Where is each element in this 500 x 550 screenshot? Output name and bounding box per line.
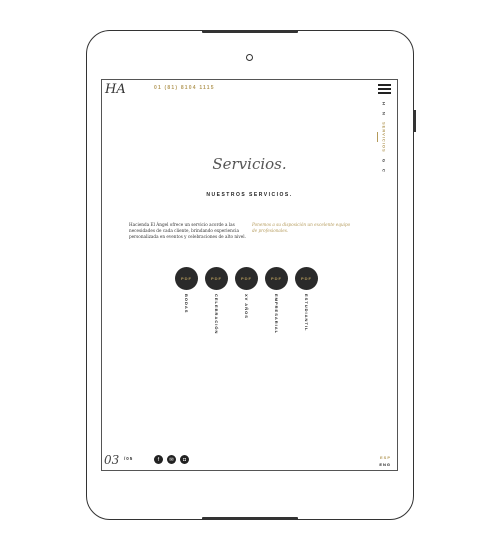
description: Hacienda El Ángel ofrece un servicio aco… <box>129 222 246 239</box>
logo[interactable]: HA <box>105 82 126 97</box>
service-empresarial[interactable]: PDF EMPRESARIAL <box>265 267 288 334</box>
service-celebracion[interactable]: PDF CELEBRACIÓN <box>205 267 228 334</box>
page-title: Servicios. <box>212 155 287 173</box>
service-label: EMPRESARIAL <box>274 294 279 335</box>
page-number: 03 <box>104 453 120 467</box>
service-bodas[interactable]: PDF BODAS <box>175 267 198 334</box>
pdf-button[interactable]: PDF <box>265 267 288 290</box>
screen: HA 01 (81) 8104 1115 H N SERVICIOS G C S… <box>101 79 398 471</box>
pdf-button[interactable]: PDF <box>235 267 258 290</box>
service-label: BODAS <box>184 294 189 314</box>
service-label: ESTUDIANTIL <box>304 294 309 332</box>
nav-item-h[interactable]: H <box>382 102 387 106</box>
arrow-down-icon <box>377 132 378 142</box>
instagram-icon[interactable]: ◘ <box>180 455 189 464</box>
language-switcher: ESP ENG <box>379 454 391 468</box>
tablet-side-button <box>413 110 416 132</box>
nav-item-servicios[interactable]: SERVICIOS <box>382 122 387 153</box>
section-subtitle: NUESTROS SERVICIOS. <box>206 192 293 198</box>
lang-eng[interactable]: ENG <box>379 461 391 468</box>
pdf-button[interactable]: PDF <box>205 267 228 290</box>
nav-item-n[interactable]: N <box>382 112 387 116</box>
service-estudiantil[interactable]: PDF ESTUDIANTIL <box>295 267 318 334</box>
tablet-top-button <box>202 30 298 33</box>
service-label: XV AÑOS <box>244 294 249 319</box>
page-total: /05 <box>124 456 134 461</box>
tagline: Ponemos a su disposición un excelente eq… <box>252 222 351 233</box>
pdf-button[interactable]: PDF <box>295 267 318 290</box>
hamburger-menu-icon[interactable] <box>378 84 391 96</box>
service-label: CELEBRACIÓN <box>214 294 219 335</box>
pdf-button[interactable]: PDF <box>175 267 198 290</box>
lang-esp[interactable]: ESP <box>379 454 391 461</box>
camera-icon <box>246 54 253 61</box>
social-links: f ✉ ◘ <box>154 455 189 464</box>
email-icon[interactable]: ✉ <box>167 455 176 464</box>
service-xv-anos[interactable]: PDF XV AÑOS <box>235 267 258 334</box>
phone-number[interactable]: 01 (81) 8104 1115 <box>154 85 215 91</box>
tablet-bottom-bar <box>202 517 298 520</box>
services-list: PDF BODAS PDF CELEBRACIÓN PDF XV AÑOS PDF EM… <box>175 267 318 334</box>
facebook-icon[interactable]: f <box>154 455 163 464</box>
